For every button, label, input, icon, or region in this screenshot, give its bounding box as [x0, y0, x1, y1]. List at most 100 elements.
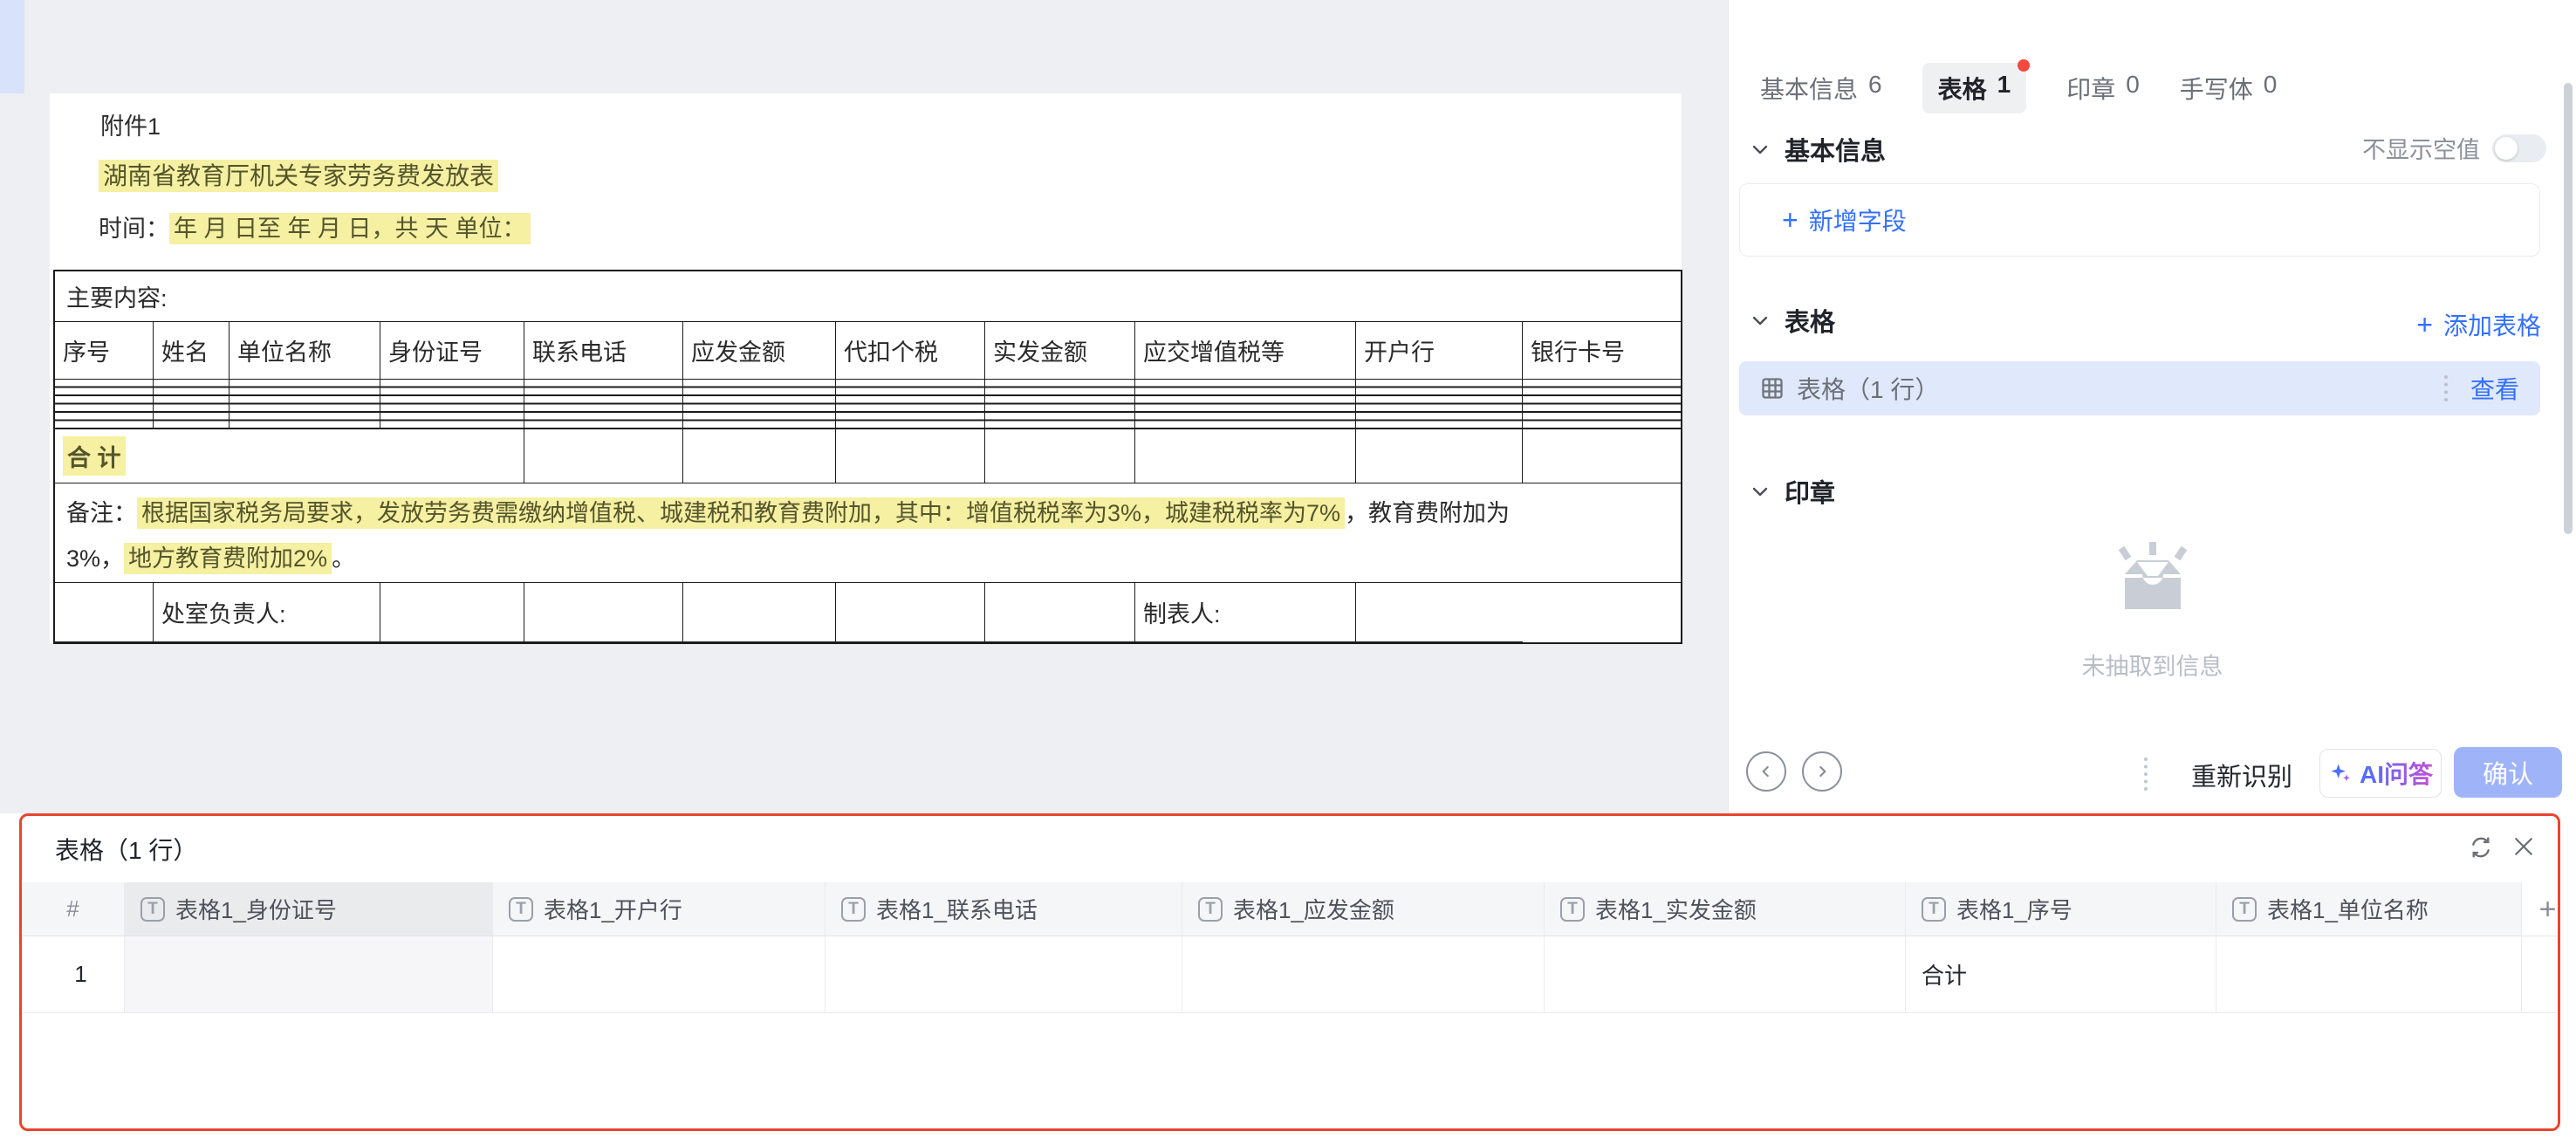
notification-dot	[2018, 59, 2030, 72]
basic-info-card: + 新增字段	[1739, 183, 2540, 257]
more-options-icon[interactable]	[2444, 375, 2448, 401]
row-index: 1	[22, 936, 125, 1012]
remark-end: 。	[332, 545, 355, 572]
column-header[interactable]: T 表格1_开户行	[493, 882, 826, 936]
column-header[interactable]: T 表格1_联系电话	[826, 882, 1182, 936]
table-panel-title: 表格（1 行）	[55, 832, 197, 867]
dept-head-cell: 处室负责人:	[154, 583, 380, 642]
panel-toolbar: 重新识别 AI问答 确认	[1729, 746, 2576, 802]
total-row-cell	[683, 429, 836, 483]
column-header[interactable]: T表格1_序号	[1906, 882, 2216, 936]
column-label: 表格1_实发金额	[1595, 893, 1757, 925]
tab-basic-info[interactable]: 基本信息6	[1760, 71, 1882, 106]
extraction-panel: 基本信息6 表格1 印章0 手写体0 基本信息 不显示空值 + 新增字段 表格 …	[1728, 0, 2576, 813]
highlighted-time-value: 年 月 日至 年 月 日，共 天 单位：	[169, 213, 531, 244]
time-line: 时间：年 月 日至 年 月 日，共 天 单位：	[99, 209, 1682, 243]
ai-qa-button[interactable]: AI问答	[2319, 749, 2442, 798]
tab-handwriting[interactable]: 手写体0	[2180, 71, 2278, 106]
doc-col-header: 应交增值税等	[1135, 322, 1356, 380]
column-label: 表格1_联系电话	[876, 893, 1038, 925]
signature-row-cell	[380, 583, 524, 642]
tab-count: 1	[1997, 71, 2011, 106]
column-header[interactable]: T 表格1_实发金额	[1545, 882, 1906, 936]
tab-seals[interactable]: 印章0	[2066, 71, 2140, 106]
text-type-icon: T	[509, 897, 533, 922]
tab-count: 0	[2126, 71, 2140, 106]
signature-row-cell	[1356, 583, 1523, 642]
text-type-icon: T	[1560, 897, 1585, 922]
section-basic-info[interactable]: 基本信息	[1750, 131, 1886, 168]
panel-scrollbar[interactable]	[2564, 83, 2573, 534]
section-title: 印章	[1785, 473, 1835, 510]
document-table: 主要内容: 序号 姓名 单位名称 身份证号 联系电话 应发金额 代扣个税 实发金…	[53, 270, 1682, 644]
total-row-cell	[985, 429, 1135, 483]
text-type-icon: T	[140, 897, 165, 922]
close-icon[interactable]	[2511, 833, 2537, 864]
text-type-icon: T	[841, 897, 866, 922]
table-cell[interactable]	[493, 936, 826, 1012]
column-label: 表格1_开户行	[544, 893, 682, 925]
add-table-button[interactable]: + 添加表格	[2416, 307, 2541, 342]
table-cell[interactable]	[125, 936, 493, 1012]
table-cell[interactable]	[1182, 936, 1545, 1012]
table-cell-spacer	[2522, 936, 2558, 1012]
plus-icon: +	[1782, 206, 1798, 234]
table-cell[interactable]	[2216, 936, 2522, 1012]
column-header[interactable]: T表格1_应发金额	[1182, 882, 1545, 936]
section-tables[interactable]: 表格	[1750, 302, 1835, 339]
tab-label: 基本信息	[1760, 71, 1858, 106]
column-header[interactable]: T 表格1_身份证号	[125, 882, 493, 936]
confirm-button[interactable]: 确认	[2454, 747, 2562, 798]
index-column-header: #	[22, 882, 125, 936]
add-field-label: 新增字段	[1809, 202, 1907, 237]
column-label: 表格1_身份证号	[175, 893, 337, 925]
highlighted-title-text: 湖南省教育厅机关专家劳务费发放表	[99, 160, 498, 192]
tab-tables[interactable]: 表格 1	[1922, 63, 2027, 113]
table-cell[interactable]: 合计	[1906, 936, 2216, 1012]
total-row-cell	[836, 429, 985, 483]
doc-col-header: 开户行	[1356, 322, 1523, 380]
section-title: 基本信息	[1785, 131, 1886, 168]
table-list-item[interactable]: 表格（1 行） 查看	[1739, 361, 2540, 415]
table-cell[interactable]	[826, 936, 1182, 1012]
table-cell[interactable]	[1545, 936, 1906, 1012]
table-detail-panel: 表格（1 行） # T 表格1_身份证号 T 表格1_开户行 T 表格1_联系电话 T…	[19, 813, 2560, 1131]
hide-empty-toggle-group: 不显示空值	[2362, 131, 2546, 165]
chevron-right-icon	[1813, 763, 1831, 780]
signature-row-cell	[683, 583, 836, 642]
add-field-button[interactable]: + 新增字段	[1782, 202, 1907, 237]
add-table-label: 添加表格	[2443, 307, 2541, 342]
remark-line-2: 3%，地方教育费附加2%。	[66, 536, 1667, 581]
remark-highlight-2: 地方教育费附加2%	[124, 543, 332, 574]
doc-col-header: 序号	[55, 322, 154, 380]
empty-state-text: 未抽取到信息	[1729, 648, 2576, 682]
refresh-icon[interactable]	[2467, 833, 2495, 866]
more-actions-icon[interactable]	[2144, 758, 2148, 791]
hide-empty-toggle[interactable]	[2492, 134, 2546, 162]
tab-label: 表格	[1938, 71, 1987, 106]
document-preview-area: 附件1 湖南省教育厅机关专家劳务费发放表 时间：年 月 日至 年 月 日，共 天…	[0, 0, 1728, 813]
signature-row-cell	[524, 583, 683, 642]
signature-row-cell	[836, 583, 985, 642]
doc-col-header: 联系电话	[524, 322, 683, 380]
tab-label: 手写体	[2180, 71, 2253, 106]
column-header[interactable]: T表格1_单位名称	[2216, 882, 2522, 936]
view-table-link[interactable]: 查看	[2470, 371, 2519, 406]
reidentify-button[interactable]: 重新识别	[2191, 757, 2292, 793]
section-title: 表格	[1785, 302, 1835, 339]
add-column-button[interactable]: +	[2522, 882, 2558, 936]
table-row: 1 合计	[22, 936, 2558, 1013]
table-grid-icon	[1760, 376, 1785, 401]
thumbnail-strip-fragment	[0, 0, 24, 93]
next-page-button[interactable]	[1802, 751, 1842, 792]
panel-tabs: 基本信息6 表格1 印章0 手写体0	[1760, 63, 2277, 113]
prev-page-button[interactable]	[1746, 751, 1786, 792]
doc-col-header: 代扣个税	[836, 322, 985, 380]
doc-col-header: 身份证号	[380, 322, 524, 380]
remark-plain-1: ，教育费附加为	[1345, 500, 1510, 526]
section-seals[interactable]: 印章	[1750, 473, 1835, 510]
total-row-cell	[524, 429, 683, 483]
doc-col-header: 实发金额	[985, 322, 1135, 380]
doc-col-header: 姓名	[154, 322, 230, 380]
chevron-down-icon	[1750, 310, 1771, 331]
